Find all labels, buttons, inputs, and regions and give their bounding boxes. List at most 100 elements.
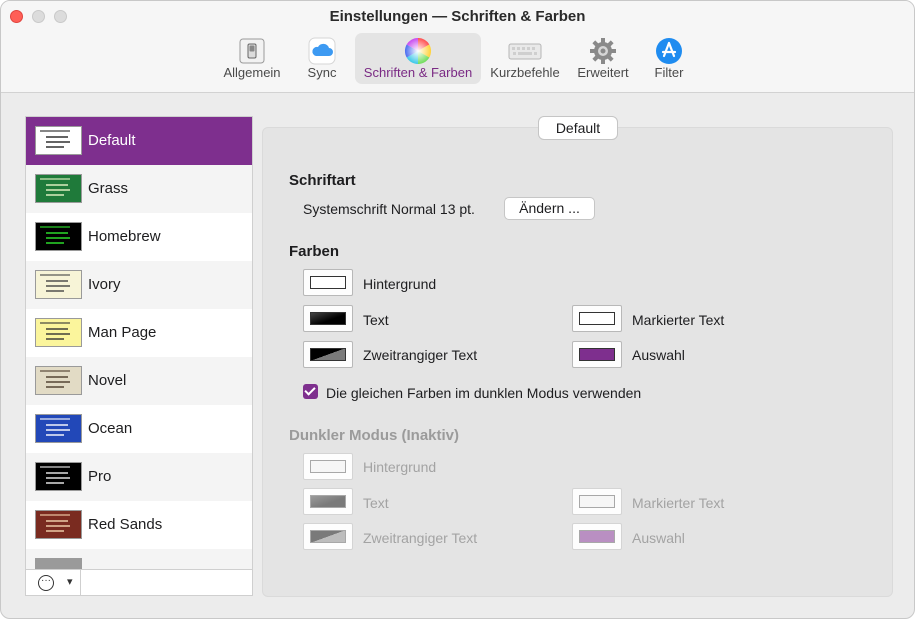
theme-row[interactable]: Man Page bbox=[26, 309, 252, 357]
theme-name: Grass bbox=[88, 180, 129, 197]
theme-name: Ivory bbox=[88, 276, 121, 293]
preview-line bbox=[46, 381, 70, 383]
theme-row[interactable]: Ocean bbox=[26, 405, 252, 453]
selection-color-label: Auswahl bbox=[632, 347, 685, 363]
preview-line bbox=[40, 370, 70, 372]
theme-name: Red Sands bbox=[88, 516, 163, 533]
theme-preview-thumbnail bbox=[35, 510, 82, 539]
swatch-fill bbox=[579, 530, 615, 543]
preview-line bbox=[40, 322, 70, 324]
secondary-text-color-well[interactable] bbox=[303, 341, 353, 368]
theme-preview-thumbnail bbox=[35, 414, 82, 443]
theme-row[interactable]: Grass bbox=[26, 165, 252, 213]
preferences-window: Einstellungen — Schriften & Farben Allge… bbox=[0, 0, 915, 619]
dark-secondary-text-color-well bbox=[303, 523, 353, 550]
dark-mode-section-heading: Dunkler Modus (Inaktiv) bbox=[289, 427, 460, 444]
more-icon: ··· bbox=[38, 575, 54, 591]
preview-line bbox=[46, 434, 64, 436]
tab-sync[interactable]: Sync bbox=[295, 33, 349, 84]
tab-erweitert[interactable]: Erweitert bbox=[571, 33, 635, 84]
preview-line bbox=[40, 178, 70, 180]
preview-line bbox=[46, 146, 64, 148]
dark-background-color-well bbox=[303, 453, 353, 480]
theme-row[interactable]: Default bbox=[26, 117, 252, 165]
preset-name-badge: Default bbox=[538, 116, 618, 140]
preview-line bbox=[46, 424, 68, 426]
dark-secondary-text-color-label: Zweitrangiger Text bbox=[363, 530, 478, 546]
theme-name: Novel bbox=[88, 372, 127, 389]
preview-line bbox=[46, 237, 70, 239]
swatch-fill bbox=[579, 348, 615, 361]
theme-row[interactable]: Homebrew bbox=[26, 213, 252, 261]
background-color-label: Hintergrund bbox=[363, 276, 437, 292]
dark-background-color-label: Hintergrund bbox=[363, 459, 437, 475]
swatch-fill bbox=[310, 312, 346, 325]
change-font-button[interactable]: Ändern ... bbox=[504, 197, 595, 220]
theme-row[interactable]: Ivory bbox=[26, 261, 252, 309]
same-colors-checkbox[interactable] bbox=[303, 384, 318, 399]
keyboard-icon bbox=[508, 43, 542, 60]
preview-line bbox=[46, 477, 70, 479]
colors-section-heading: Farben bbox=[289, 243, 340, 260]
tab-kurzbefehle[interactable]: Kurzbefehle bbox=[485, 33, 565, 84]
dark-marked-text-color-label: Markierter Text bbox=[632, 495, 725, 511]
theme-preview-thumbnail bbox=[35, 270, 82, 299]
preview-line bbox=[46, 520, 68, 522]
swatch-fill bbox=[579, 312, 615, 325]
font-section-heading: Schriftart bbox=[289, 172, 356, 189]
theme-preview-thumbnail bbox=[35, 222, 82, 251]
secondary-text-color-label: Zweitrangiger Text bbox=[363, 347, 478, 363]
preview-line bbox=[40, 466, 70, 468]
toolbar: Einstellungen — Schriften & Farben Allge… bbox=[1, 1, 914, 93]
tab-label: Schriften & Farben bbox=[363, 65, 473, 80]
color-wheel-icon bbox=[404, 37, 432, 65]
background-color-well[interactable] bbox=[303, 269, 353, 296]
preview-line bbox=[40, 274, 70, 276]
marked-text-color-label: Markierter Text bbox=[632, 312, 725, 328]
preview-line bbox=[46, 386, 64, 388]
selection-color-well[interactable] bbox=[572, 341, 622, 368]
theme-list-footer: ··· ▾ bbox=[26, 569, 252, 596]
theme-preview-thumbnail bbox=[35, 558, 82, 569]
theme-preview-thumbnail bbox=[35, 318, 82, 347]
tab-label: Erweitert bbox=[577, 65, 629, 80]
preview-line bbox=[40, 130, 70, 132]
cloud-icon bbox=[308, 37, 336, 65]
swatch-fill bbox=[310, 460, 346, 473]
theme-list[interactable]: Default Grass Homebrew Ivory Man Page Novel Oc… bbox=[26, 117, 252, 569]
tab-filter[interactable]: Filter bbox=[643, 33, 695, 84]
theme-name: Default bbox=[88, 132, 136, 149]
preview-line bbox=[46, 136, 68, 138]
theme-actions-menu-button[interactable]: ··· ▾ bbox=[26, 570, 81, 596]
marked-text-color-well[interactable] bbox=[572, 305, 622, 332]
preview-line bbox=[46, 194, 64, 196]
preview-line bbox=[46, 328, 68, 330]
preview-line bbox=[40, 514, 70, 516]
theme-name: Homebrew bbox=[88, 228, 161, 245]
preview-line bbox=[46, 232, 68, 234]
preview-line bbox=[46, 530, 64, 532]
preview-line bbox=[46, 333, 70, 335]
dark-text-color-well bbox=[303, 488, 353, 515]
theme-row[interactable]: Novel bbox=[26, 357, 252, 405]
tab-label: Allgemein bbox=[223, 65, 281, 80]
theme-name: Pro bbox=[88, 468, 112, 485]
theme-row-partial[interactable] bbox=[26, 549, 252, 569]
preview-line bbox=[46, 290, 64, 292]
swatch-fill bbox=[310, 276, 346, 289]
text-color-well[interactable] bbox=[303, 305, 353, 332]
theme-name: Ocean bbox=[88, 420, 133, 437]
tab-schriften-farben[interactable]: Schriften & Farben bbox=[355, 33, 481, 84]
theme-name: Man Page bbox=[88, 324, 157, 341]
swatch-fill bbox=[310, 530, 346, 543]
tab-label: Filter bbox=[654, 65, 684, 80]
dark-marked-text-color-well bbox=[572, 488, 622, 515]
tab-allgemein[interactable]: Allgemein bbox=[217, 33, 287, 84]
dark-selection-color-label: Auswahl bbox=[632, 530, 685, 546]
theme-row[interactable]: Red Sands bbox=[26, 501, 252, 549]
preview-line bbox=[46, 189, 70, 191]
theme-preview-thumbnail bbox=[35, 126, 82, 155]
theme-row[interactable]: Pro bbox=[26, 453, 252, 501]
gear-icon bbox=[590, 38, 616, 64]
preview-line bbox=[46, 525, 70, 527]
